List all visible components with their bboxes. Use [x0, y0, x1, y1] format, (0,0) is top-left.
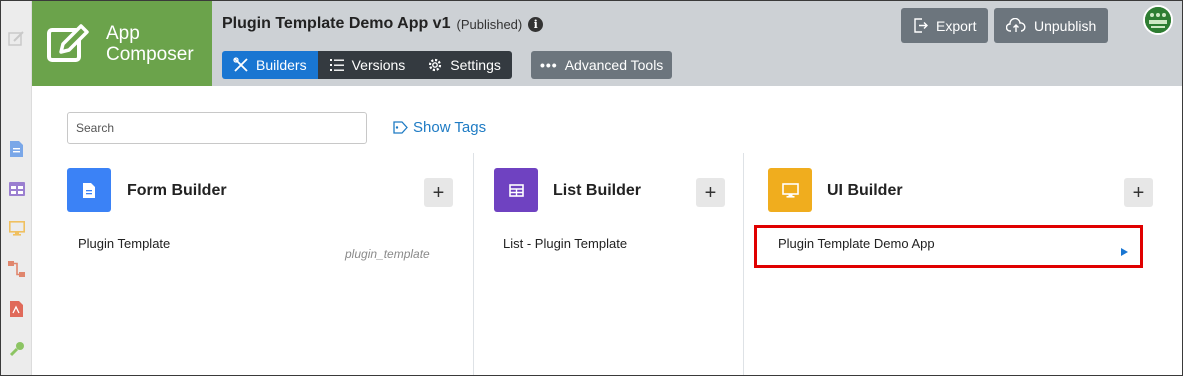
key-icon[interactable]	[8, 340, 25, 357]
form-item-id: plugin_template	[345, 247, 430, 261]
app-composer-logo-icon	[47, 24, 89, 62]
tab-settings[interactable]: Settings	[416, 51, 512, 79]
builders-panel: Show Tags Form Builder + Plugin Template…	[32, 86, 1182, 375]
ui-builder-title: UI Builder	[827, 182, 903, 199]
tools-icon	[233, 57, 248, 72]
list-item-plugin-template[interactable]: List - Plugin Template	[503, 236, 627, 251]
brand-name-line2: Composer	[106, 44, 194, 65]
app-composer-window: App Composer Plugin Template Demo App v1…	[0, 0, 1183, 376]
add-list-button[interactable]: +	[696, 178, 725, 207]
tab-builders-label: Builders	[256, 57, 307, 73]
export-label: Export	[936, 17, 977, 34]
advanced-tools-button[interactable]: ••• Advanced Tools	[531, 51, 673, 79]
left-rail	[1, 1, 32, 375]
search-input[interactable]	[67, 112, 367, 144]
ui-builder-icon	[768, 168, 812, 212]
advanced-tools-label: Advanced Tools	[564, 57, 664, 73]
list-icon	[329, 59, 344, 71]
brand-name-line1: App	[106, 23, 140, 44]
show-tags-link[interactable]: Show Tags	[393, 119, 486, 136]
app-composer-brand[interactable]: App Composer	[32, 1, 212, 86]
add-ui-button[interactable]: +	[1124, 178, 1153, 207]
form-icon[interactable]	[8, 140, 25, 157]
tab-versions[interactable]: Versions	[317, 51, 417, 79]
form-builder-icon	[67, 168, 111, 212]
export-button[interactable]: Export	[901, 8, 989, 43]
show-tags-label: Show Tags	[413, 119, 487, 136]
add-form-button[interactable]: +	[424, 178, 453, 207]
tag-icon	[393, 121, 408, 134]
list-builder-column: List Builder + List - Plugin Template	[474, 153, 744, 375]
monitor-icon[interactable]	[8, 220, 25, 237]
brand-name: App Composer	[106, 23, 194, 65]
form-builder-title: Form Builder	[127, 182, 227, 199]
unpublish-label: Unpublish	[1034, 17, 1097, 34]
ui-builder-column: UI Builder + Plugin Template Demo App	[744, 153, 1182, 375]
form-builder-column: Form Builder + Plugin Template plugin_te…	[32, 153, 474, 375]
list-builder-title: List Builder	[553, 182, 642, 199]
publish-status: (Published)	[456, 16, 523, 32]
gear-icon	[429, 58, 442, 72]
pdf-icon[interactable]	[8, 300, 25, 317]
ellipsis-icon: •••	[540, 57, 558, 73]
list-builder-icon	[494, 168, 538, 212]
export-icon	[914, 18, 928, 33]
tab-settings-label: Settings	[450, 57, 501, 73]
avatar-icon	[1145, 7, 1171, 33]
table-icon[interactable]	[8, 180, 25, 197]
tab-versions-label: Versions	[351, 57, 406, 73]
user-avatar[interactable]	[1143, 5, 1173, 35]
app-title: Plugin Template Demo App v1	[222, 15, 451, 32]
form-item-plugin-template[interactable]: Plugin Template	[78, 236, 170, 251]
process-icon[interactable]	[8, 260, 25, 277]
cloud-upload-icon	[1006, 18, 1026, 32]
ui-item-plugin-template-demo-app[interactable]: Plugin Template Demo App	[778, 236, 935, 251]
tab-builders[interactable]: Builders	[222, 51, 318, 79]
app-header: App Composer Plugin Template Demo App v1…	[32, 1, 1182, 86]
app-title-row: Plugin Template Demo App v1 (Published) …	[222, 15, 544, 33]
play-arrow-icon[interactable]	[1121, 248, 1128, 256]
info-icon[interactable]: i	[528, 16, 544, 32]
unpublish-button[interactable]: Unpublish	[994, 8, 1109, 43]
edit-icon[interactable]	[8, 30, 25, 47]
builder-nav-tabs: Builders Versions Settings	[222, 51, 512, 79]
